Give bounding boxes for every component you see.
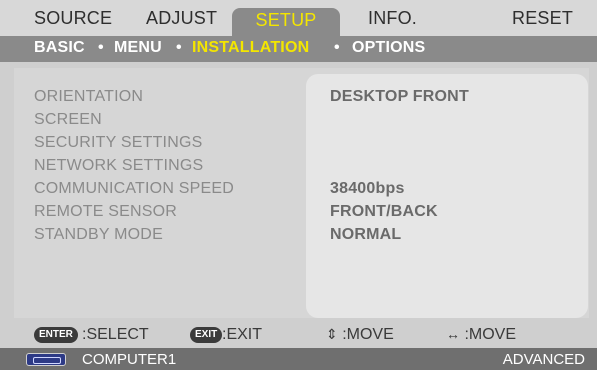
setting-label-remote-sensor[interactable]: REMOTE SENSOR	[34, 203, 177, 221]
settings-panel: ORIENTATION DESKTOP FRONT SCREEN SECURIT…	[14, 68, 589, 318]
setting-value-orientation: DESKTOP FRONT	[330, 88, 469, 105]
subtab-separator-dot: •	[176, 39, 182, 56]
exit-key-icon: EXIT	[190, 327, 223, 343]
help-move-updown: ⇕ :MOVE	[326, 326, 394, 344]
setting-label-security-settings[interactable]: SECURITY SETTINGS	[34, 134, 202, 152]
top-menu-tabs: SOURCE ADJUST SETUP INFO. RESET	[0, 0, 597, 38]
status-bar: COMPUTER1 ADVANCED	[0, 348, 597, 370]
setting-value-communication-speed: 38400bps	[330, 180, 405, 197]
projector-osd: SOURCE ADJUST SETUP INFO. RESET BASIC • …	[0, 0, 597, 370]
updown-arrow-icon: ⇕	[326, 326, 338, 342]
tab-info[interactable]: INFO.	[368, 8, 417, 38]
subtab-separator-dot: •	[334, 39, 340, 56]
subtab-menu[interactable]: MENU	[114, 39, 162, 57]
setting-label-screen[interactable]: SCREEN	[34, 111, 102, 129]
subtab-options[interactable]: OPTIONS	[352, 39, 425, 57]
help-bar: ENTER :SELECT EXIT :EXIT ⇕ :MOVE ↔ :MOVE	[0, 322, 597, 348]
status-source: COMPUTER1	[82, 351, 177, 368]
tab-reset[interactable]: RESET	[512, 8, 573, 38]
tab-adjust[interactable]: ADJUST	[146, 8, 217, 38]
setting-label-standby-mode[interactable]: STANDBY MODE	[34, 226, 163, 244]
setting-label-orientation[interactable]: ORIENTATION	[34, 88, 143, 106]
help-move-updown-label: :MOVE	[342, 326, 394, 343]
setting-label-communication-speed[interactable]: COMMUNICATION SPEED	[34, 180, 234, 198]
tab-setup[interactable]: SETUP	[232, 8, 340, 38]
subtab-basic[interactable]: BASIC	[34, 39, 85, 57]
setting-value-standby-mode: NORMAL	[330, 226, 402, 243]
leftright-arrow-icon: ↔	[446, 326, 460, 342]
help-move-leftright-label: :MOVE	[464, 326, 517, 343]
status-mode: ADVANCED	[502, 351, 585, 368]
tab-source[interactable]: SOURCE	[34, 8, 112, 38]
help-exit: :EXIT	[222, 326, 263, 343]
sub-menu-tabs: BASIC • MENU • INSTALLATION • OPTIONS	[0, 36, 597, 62]
help-move-leftright: ↔ :MOVE	[446, 326, 516, 344]
subtab-separator-dot: •	[98, 39, 104, 56]
computer-icon	[26, 353, 66, 366]
setting-value-remote-sensor: FRONT/BACK	[330, 203, 438, 220]
enter-key-icon: ENTER	[34, 327, 78, 343]
setting-label-network-settings[interactable]: NETWORK SETTINGS	[34, 157, 203, 175]
help-select: :SELECT	[82, 326, 149, 343]
subtab-installation[interactable]: INSTALLATION	[192, 39, 309, 57]
